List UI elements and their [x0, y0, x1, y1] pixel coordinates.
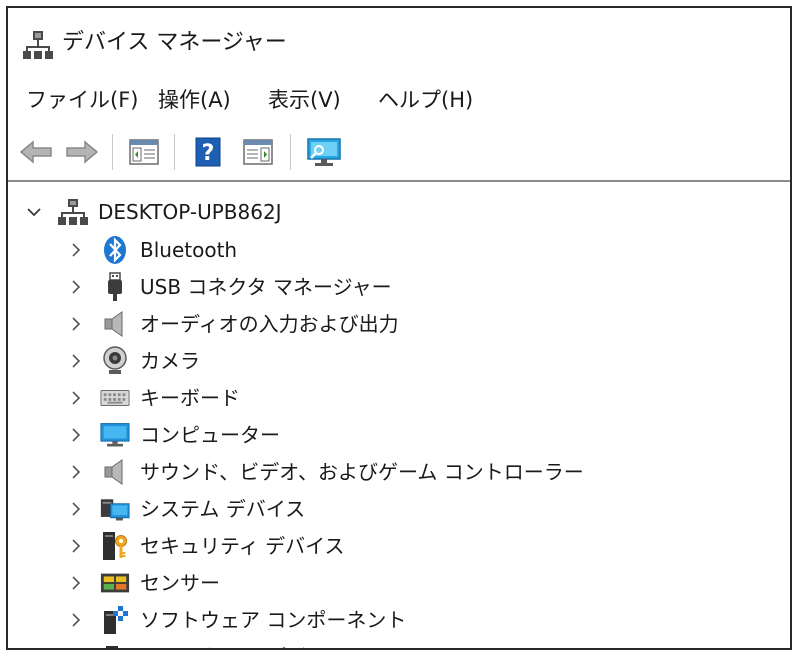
software-device-icon — [100, 642, 130, 648]
tree-item-label: オーディオの入力および出力 — [140, 312, 399, 336]
tree-item[interactable]: オーディオの入力および出力 — [66, 306, 399, 342]
help-icon: ? — [195, 137, 221, 167]
details-view-icon — [243, 139, 273, 165]
system-devices-icon — [100, 494, 130, 524]
sensor-icon — [100, 568, 130, 598]
webcam-icon — [100, 346, 130, 376]
bluetooth-icon — [100, 235, 130, 265]
device-manager-window: デバイス マネージャー ファイル(F) 操作(A) 表示(V) ヘルプ(H) ?… — [6, 6, 792, 650]
chevron-right-icon[interactable] — [66, 499, 86, 519]
tree-item-label: コンピューター — [140, 423, 280, 447]
speaker-icon — [100, 457, 130, 487]
tree-item[interactable]: センサー — [66, 565, 220, 601]
scan-hardware-button[interactable] — [304, 134, 344, 170]
keyboard-icon — [100, 383, 130, 413]
tree-item[interactable]: Bluetooth — [66, 232, 237, 268]
tree-item[interactable]: キーボード — [66, 380, 240, 416]
tree-item-label: Bluetooth — [140, 238, 238, 262]
software-component-icon — [100, 605, 130, 635]
menu-help[interactable]: ヘルプ(H) — [378, 84, 473, 116]
toolbar-separator — [112, 134, 113, 170]
menu-view[interactable]: 表示(V) — [268, 84, 341, 116]
menu-action[interactable]: 操作(A) — [158, 84, 231, 116]
chevron-right-icon[interactable] — [66, 647, 86, 648]
tree-item[interactable]: コンピューター — [66, 417, 280, 453]
security-key-icon — [100, 531, 130, 561]
window-title: デバイス マネージャー — [62, 30, 287, 55]
properties-icon — [129, 139, 159, 165]
toolbar: ? — [8, 124, 790, 180]
tree-item-label: システム デバイス — [140, 497, 306, 521]
chevron-down-icon[interactable] — [24, 202, 44, 222]
menu-bar: ファイル(F) 操作(A) 表示(V) ヘルプ(H) — [8, 80, 790, 120]
tree-item[interactable]: カメラ — [66, 343, 200, 379]
toolbar-separator — [290, 134, 291, 170]
properties-button[interactable] — [126, 134, 162, 170]
forward-arrow-icon — [66, 140, 99, 164]
tree-item-label: キーボード — [140, 386, 240, 410]
menu-file[interactable]: ファイル(F) — [26, 84, 138, 116]
tree-item-label: USB コネクタ マネージャー — [140, 275, 392, 299]
tree-item-label: センサー — [140, 571, 220, 595]
forward-button[interactable] — [64, 134, 100, 170]
tree-item[interactable]: システム デバイス — [66, 491, 305, 527]
chevron-right-icon[interactable] — [66, 351, 86, 371]
tree-item[interactable]: セキュリティ デバイス — [66, 528, 345, 564]
tree-item[interactable]: ソフトウェア デバイス — [66, 639, 346, 648]
details-view-button[interactable] — [240, 134, 276, 170]
chevron-right-icon[interactable] — [66, 425, 86, 445]
tree-root[interactable]: DESKTOP-UPB862J — [24, 194, 282, 230]
back-button[interactable] — [18, 134, 54, 170]
tree-item[interactable]: ソフトウェア コンポーネント — [66, 602, 406, 638]
computer-network-icon — [58, 197, 88, 227]
chevron-right-icon[interactable] — [66, 240, 86, 260]
chevron-right-icon[interactable] — [66, 462, 86, 482]
monitor-icon — [100, 420, 130, 450]
chevron-right-icon[interactable] — [66, 536, 86, 556]
usb-plug-icon — [100, 272, 130, 302]
tree-root-label: DESKTOP-UPB862J — [98, 200, 282, 224]
tree-item-label: ソフトウェア デバイス — [140, 642, 346, 648]
device-tree: DESKTOP-UPB862J Bluetooth USB コネクタ マネージャ… — [8, 180, 790, 648]
title-bar: デバイス マネージャー — [8, 8, 790, 72]
tree-item-label: ソフトウェア コンポーネント — [140, 608, 407, 632]
chevron-right-icon[interactable] — [66, 388, 86, 408]
monitor-scan-icon — [307, 138, 341, 166]
device-manager-icon — [22, 30, 54, 60]
tree-item-label: セキュリティ デバイス — [140, 534, 345, 558]
speaker-icon — [100, 309, 130, 339]
chevron-right-icon[interactable] — [66, 610, 86, 630]
help-button[interactable]: ? — [190, 134, 226, 170]
tree-item[interactable]: USB コネクタ マネージャー — [66, 269, 392, 305]
toolbar-separator — [174, 134, 175, 170]
chevron-right-icon[interactable] — [66, 277, 86, 297]
tree-item-label: カメラ — [140, 349, 200, 373]
chevron-right-icon[interactable] — [66, 314, 86, 334]
svg-text:?: ? — [202, 141, 215, 166]
back-arrow-icon — [19, 140, 52, 164]
chevron-right-icon[interactable] — [66, 573, 86, 593]
tree-item[interactable]: サウンド、ビデオ、およびゲーム コントローラー — [66, 454, 584, 490]
tree-item-label: サウンド、ビデオ、およびゲーム コントローラー — [140, 460, 584, 484]
